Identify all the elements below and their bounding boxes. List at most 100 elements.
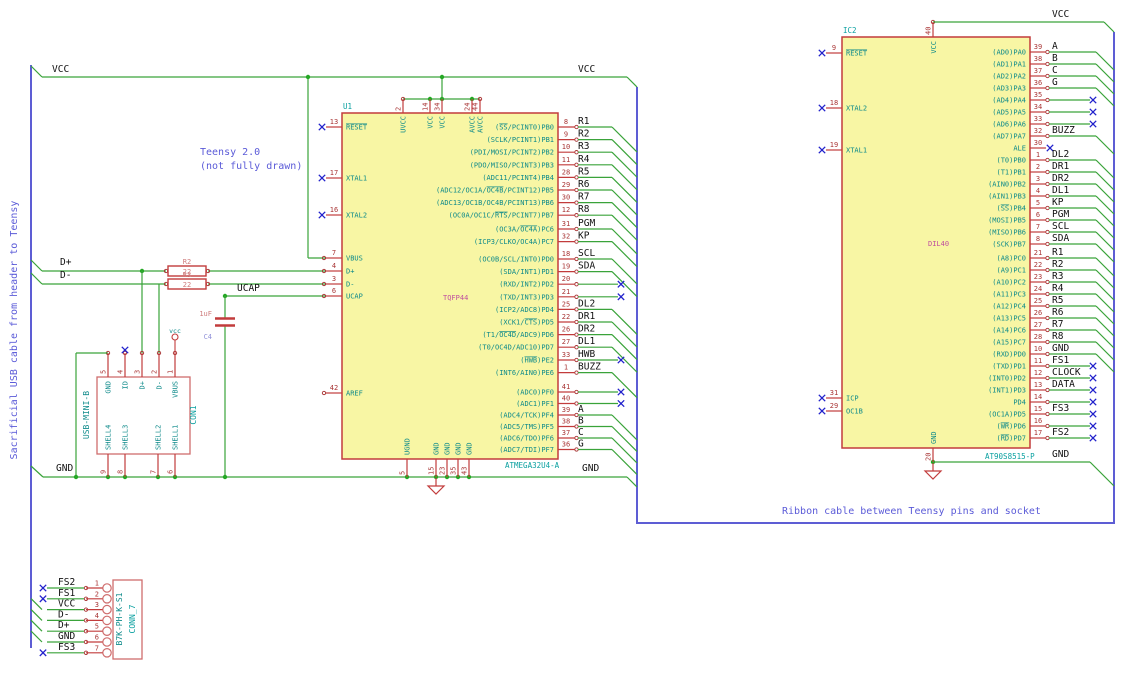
net-label[interactable]: G <box>1052 77 1058 88</box>
pin-name: (AD4)PA4 <box>992 97 1026 105</box>
net-label[interactable]: CLOCK <box>1052 367 1081 378</box>
wire <box>611 189 638 216</box>
net-label[interactable]: G <box>578 439 584 450</box>
net-label[interactable]: PGM <box>1052 209 1069 220</box>
net-label[interactable]: FS3 <box>58 642 75 653</box>
pin-number: 2 <box>95 590 99 598</box>
pin-end-circle <box>1045 255 1050 261</box>
net-label[interactable]: R8 <box>578 204 590 215</box>
net-label[interactable]: DL2 <box>578 298 595 309</box>
net-label-vcc-right[interactable]: VCC <box>1052 9 1069 20</box>
net-label[interactable]: FS3 <box>1052 403 1069 414</box>
pin-number: 11 <box>562 156 570 164</box>
net-label-dplus[interactable]: D+ <box>60 257 72 268</box>
net-label[interactable]: HWB <box>578 349 595 360</box>
net-label-gnd-left[interactable]: GND <box>56 463 73 474</box>
net-label[interactable]: B <box>1052 53 1058 64</box>
net-label[interactable]: R8 <box>1052 331 1064 342</box>
ground-symbol <box>923 463 943 480</box>
pin-end-circle <box>1045 267 1050 273</box>
net-label[interactable]: D- <box>58 609 69 620</box>
net-label[interactable]: R1 <box>1052 247 1064 258</box>
pin-name: SHELL4 <box>105 425 113 450</box>
net-label[interactable]: DL1 <box>1052 185 1069 196</box>
net-label[interactable]: KP <box>1052 197 1064 208</box>
net-label[interactable]: FS2 <box>58 577 75 588</box>
net-label[interactable]: R5 <box>1052 295 1063 306</box>
net-label[interactable]: FS2 <box>1052 427 1069 438</box>
net-label[interactable]: R2 <box>1052 259 1063 270</box>
pin-number: 2 <box>1036 163 1040 171</box>
net-label[interactable]: PGM <box>578 218 595 229</box>
ic-u1[interactable]: U1ATMEGA32U4-ATQFP4413RESET17XTAL116XTAL… <box>326 99 575 477</box>
net-label[interactable]: SCL <box>1052 221 1069 232</box>
pin-number: 1 <box>95 580 99 588</box>
net-label[interactable]: R1 <box>578 116 590 127</box>
net-label[interactable]: BUZZ <box>578 362 601 373</box>
pin-name: GND <box>930 431 938 444</box>
capacitor-c4[interactable]: 1uF C4 <box>199 310 235 341</box>
wire <box>611 214 638 241</box>
net-label-gnd-right[interactable]: GND <box>1052 449 1069 460</box>
pin-end-circle <box>1045 339 1050 345</box>
net-label[interactable]: R6 <box>1052 307 1064 318</box>
net-label[interactable]: R3 <box>1052 271 1063 282</box>
net-label[interactable]: A <box>578 404 584 415</box>
pin-name: (A11)PC3 <box>992 291 1026 299</box>
net-label[interactable]: R4 <box>1052 283 1064 294</box>
conn7-connector[interactable]: B7K-PH-K-S1 CONN_7 1 2 3 4 5 6 7 <box>86 579 143 660</box>
ic-reference[interactable]: IC2 <box>843 26 857 35</box>
net-label[interactable]: R3 <box>578 141 589 152</box>
pin-name: (OC3A/OC4A)PC6 <box>495 226 554 234</box>
net-label-ucap[interactable]: UCAP <box>237 283 260 294</box>
net-label[interactable]: D+ <box>58 620 70 631</box>
net-label-vcc-left[interactable]: VCC <box>52 64 69 75</box>
net-label[interactable]: FS1 <box>1052 355 1069 366</box>
conn7-pad <box>102 583 112 593</box>
net-label[interactable]: R4 <box>578 154 590 165</box>
net-label[interactable]: DATA <box>1052 379 1075 390</box>
junction-dot <box>305 74 311 80</box>
net-label[interactable]: R7 <box>578 192 589 203</box>
net-label[interactable]: B <box>578 416 584 427</box>
net-label-gnd-mid[interactable]: GND <box>582 463 599 474</box>
ic-reference[interactable]: U1 <box>343 102 352 111</box>
net-label[interactable]: A <box>1052 41 1058 52</box>
net-label[interactable]: GND <box>58 631 75 642</box>
net-label[interactable]: VCC <box>58 599 75 610</box>
net-label[interactable]: SCL <box>578 248 595 259</box>
net-label[interactable]: FS1 <box>58 588 75 599</box>
net-label[interactable]: SDA <box>1052 233 1069 244</box>
net-label[interactable]: R7 <box>1052 319 1063 330</box>
pin-name: (SCLK/PCINT1)PB1 <box>487 136 554 144</box>
no-connect-icon <box>1089 386 1097 394</box>
net-label[interactable]: C <box>578 427 584 438</box>
ic-ic2[interactable]: IC2AT90S8515-PDIL409RESET18XTAL219XTAL13… <box>826 22 1046 462</box>
net-label-dminus[interactable]: D- <box>60 270 71 281</box>
wire <box>30 259 43 272</box>
net-label[interactable]: DL2 <box>1052 149 1069 160</box>
net-label[interactable]: DR1 <box>1052 161 1069 172</box>
net-label[interactable]: C <box>1052 65 1058 76</box>
net-label[interactable]: DR1 <box>578 311 595 322</box>
vcc-flag[interactable]: vcc <box>169 327 181 353</box>
net-label[interactable]: DR2 <box>1052 173 1069 184</box>
net-label[interactable]: SDA <box>578 261 595 272</box>
wire <box>611 414 638 441</box>
net-label[interactable]: DL1 <box>578 336 595 347</box>
net-label[interactable]: R5 <box>578 166 589 177</box>
pin-number: 14 <box>422 103 430 111</box>
net-label[interactable]: R6 <box>578 179 590 190</box>
no-connect-icon <box>617 399 625 408</box>
left-cable-note: Sacrificial USB cable from header to Tee… <box>9 201 20 460</box>
net-label-vcc-mid[interactable]: VCC <box>578 64 595 75</box>
net-label[interactable]: R2 <box>578 129 589 140</box>
pin-name: (A14)PC6 <box>992 327 1026 335</box>
net-label[interactable]: KP <box>578 231 590 242</box>
net-label[interactable]: BUZZ <box>1052 125 1075 136</box>
net-label[interactable]: DR2 <box>578 324 595 335</box>
net-label[interactable]: GND <box>1052 343 1069 354</box>
resistor-value: 22 <box>183 281 191 289</box>
usb-connector[interactable]: USB-MINI-B CON1 5 GND 4 ID 3 D+ 2 D- 1 VBUS 9 SHELL4 8… <box>82 353 198 477</box>
pin-number: 5 <box>399 471 407 475</box>
